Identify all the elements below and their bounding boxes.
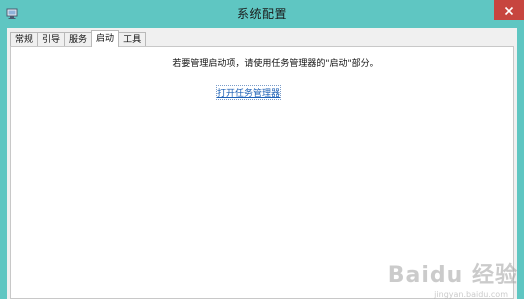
title-bar[interactable]: 系统配置	[0, 0, 524, 28]
tab-general[interactable]: 常规	[10, 32, 39, 47]
window-title: 系统配置	[236, 7, 287, 21]
system-config-window: 系统配置 常规 引导 服务 启动 工具 若要管理启动项，请使用任务管理器的"启动…	[0, 0, 524, 299]
tab-services[interactable]: 服务	[64, 32, 93, 47]
tab-boot[interactable]: 引导	[37, 32, 66, 47]
baidu-watermark-url: jingyan.baidu.com	[434, 290, 508, 299]
open-task-manager-link[interactable]: 打开任务管理器	[215, 85, 282, 100]
close-icon	[504, 1, 514, 20]
tab-startup[interactable]: 启动	[91, 30, 120, 47]
close-button[interactable]	[494, 0, 524, 20]
startup-info-text: 若要管理启动项，请使用任务管理器的"启动"部分。	[172, 59, 379, 69]
baidu-watermark-logo: Baidu 经验	[387, 263, 518, 288]
tab-strip: 常规 引导 服务 启动 工具	[10, 30, 147, 47]
tab-tools[interactable]: 工具	[118, 32, 147, 47]
